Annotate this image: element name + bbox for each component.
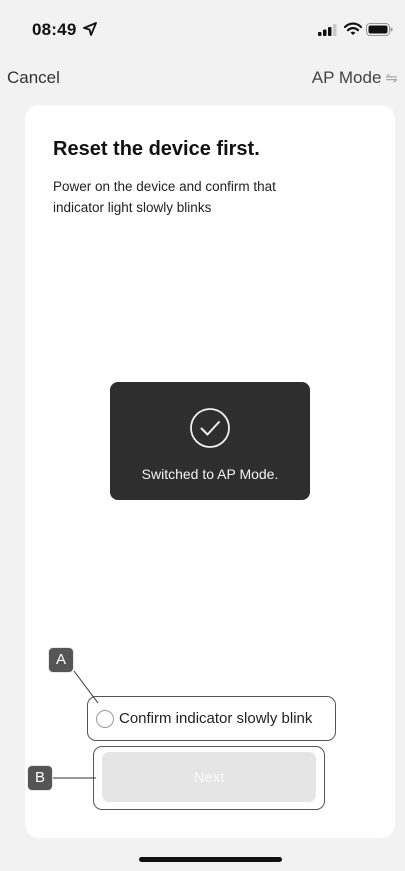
annotation-badge-b: B <box>27 765 53 791</box>
cancel-button[interactable]: Cancel <box>7 68 60 88</box>
home-indicator <box>139 857 282 862</box>
battery-icon <box>366 23 393 36</box>
toast-notification: Switched to AP Mode. <box>110 382 310 500</box>
checkmark-circle-icon <box>190 408 230 448</box>
status-time: 08:49 <box>32 20 77 39</box>
wifi-icon <box>344 22 362 35</box>
status-bar: 08:49 <box>0 0 405 44</box>
nav-bar: Cancel AP Mode ⇋ <box>0 56 405 100</box>
ap-mode-button[interactable]: AP Mode ⇋ <box>312 68 398 88</box>
confirm-blink-checkbox[interactable]: Confirm indicator slowly blink <box>87 696 336 741</box>
next-button[interactable]: Next <box>102 752 316 802</box>
cellular-signal-icon <box>318 24 337 36</box>
location-arrow-icon <box>83 22 97 36</box>
instruction-text: Power on the device and confirm that ind… <box>53 179 276 215</box>
annotation-badge-a: A <box>48 647 74 673</box>
toast-message: Switched to AP Mode. <box>141 466 279 482</box>
ap-mode-label: AP Mode <box>311 68 382 87</box>
content-card: Reset the device first. Power on the dev… <box>25 105 395 838</box>
confirm-blink-label: Confirm indicator slowly blink <box>119 710 313 727</box>
next-button-highlight: Next <box>93 746 325 810</box>
swap-icon: ⇋ <box>385 70 398 87</box>
radio-circle-icon[interactable] <box>96 709 114 728</box>
page-title: Reset the device first. <box>53 138 260 160</box>
